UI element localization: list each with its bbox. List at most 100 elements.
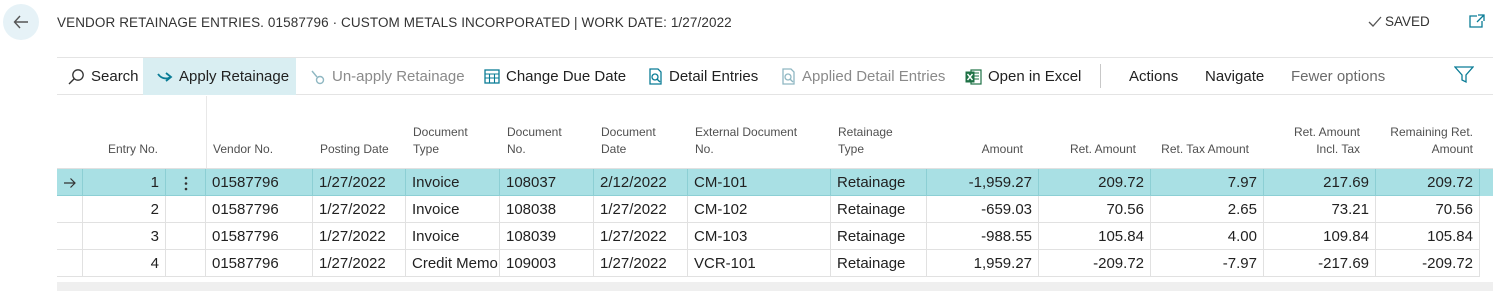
popout-button[interactable] [1468,13,1486,34]
cell-retainage-type[interactable]: Retainage [831,169,927,196]
table-row[interactable]: 1 01587796 1/27/2022 Invoice 108037 2/12… [57,169,1493,196]
cell-external-document-no[interactable]: CM-101 [688,169,831,196]
cell-retainage-type[interactable]: Retainage [831,250,927,277]
row-indicator [57,169,82,196]
header-divider [206,96,207,168]
cell-retainage-type[interactable]: Retainage [831,196,927,223]
cell-document-no[interactable]: 108037 [500,169,594,196]
cell-remaining-ret-amount[interactable]: 209.72 [1376,169,1480,196]
col-header-document-date-line2: Date [601,142,627,156]
row-menu-slot [166,250,206,277]
cell-vendor-no[interactable]: 01587796 [206,250,313,277]
cell-document-type[interactable]: Invoice [406,196,500,223]
cell-document-type[interactable]: Credit Memo [406,250,500,277]
col-header-retainage-type[interactable]: Retainage Type [838,124,893,158]
filter-button[interactable] [1453,66,1475,88]
col-header-entry-no[interactable]: Entry No. [108,141,158,158]
cell-posting-date[interactable]: 1/27/2022 [313,250,406,277]
cell-ret-amount-incl-tax[interactable]: 73.21 [1264,196,1376,223]
cell-document-date[interactable]: 2/12/2022 [594,169,688,196]
col-header-posting-date[interactable]: Posting Date [320,141,389,158]
cell-entry-no[interactable]: 3 [82,223,166,250]
cell-entry-no[interactable]: 4 [82,250,166,277]
cell-ret-tax-amount[interactable]: 2.65 [1151,196,1264,223]
row-menu-button[interactable] [166,169,206,196]
fewer-options-button[interactable]: Fewer options [1291,58,1385,95]
col-header-ret-tax-amount[interactable]: Ret. Tax Amount [1151,141,1249,158]
col-header-ret-amount-incl-tax[interactable]: Ret. Amount Incl. Tax [1264,124,1360,158]
unapply-retainage-button[interactable]: Un-apply Retainage [310,58,465,95]
cell-amount[interactable]: -988.55 [927,223,1039,250]
search-button[interactable]: Search [67,58,139,95]
cell-remaining-ret-amount[interactable]: 70.56 [1376,196,1480,223]
change-due-date-button[interactable]: Change Due Date [484,58,626,95]
cell-document-type[interactable]: Invoice [406,223,500,250]
cell-posting-date[interactable]: 1/27/2022 [313,196,406,223]
cell-posting-date[interactable]: 1/27/2022 [313,223,406,250]
col-header-document-no-line1: Document [507,125,562,139]
cell-ret-tax-amount[interactable]: 4.00 [1151,223,1264,250]
filter-icon [1453,66,1475,84]
detail-entries-icon [649,68,662,85]
col-header-remaining-ret-amount-line1: Remaining Ret. [1390,125,1473,139]
col-header-document-date[interactable]: Document Date [601,124,656,158]
cell-document-date[interactable]: 1/27/2022 [594,196,688,223]
cell-document-no[interactable]: 108039 [500,223,594,250]
cell-posting-date[interactable]: 1/27/2022 [313,169,406,196]
cell-document-type[interactable]: Invoice [406,169,500,196]
cell-ret-amount[interactable]: 105.84 [1039,223,1151,250]
back-button[interactable] [3,4,39,40]
cell-amount[interactable]: -1,959.27 [927,169,1039,196]
table-row[interactable]: 3 01587796 1/27/2022 Invoice 108039 1/27… [57,223,1493,250]
cell-ret-amount-incl-tax[interactable]: 109.84 [1264,223,1376,250]
cell-ret-amount[interactable]: 209.72 [1039,169,1151,196]
open-in-excel-button[interactable]: Open in Excel [965,58,1081,95]
cell-amount[interactable]: 1,959.27 [927,250,1039,277]
detail-entries-label: Detail Entries [669,68,759,85]
cell-document-no[interactable]: 109003 [500,250,594,277]
cell-ret-amount-incl-tax[interactable]: -217.69 [1264,250,1376,277]
cell-retainage-type[interactable]: Retainage [831,223,927,250]
row-arrow-icon [64,178,76,188]
cell-ret-amount-incl-tax[interactable]: 217.69 [1264,169,1376,196]
table-row[interactable]: 4 01587796 1/27/2022 Credit Memo 109003 … [57,250,1493,277]
actions-menu-label: Actions [1129,68,1179,85]
change-due-date-label: Change Due Date [506,68,627,85]
cell-ret-amount[interactable]: -209.72 [1039,250,1151,277]
cell-external-document-no[interactable]: CM-102 [688,196,831,223]
col-header-document-type[interactable]: Document Type [413,124,468,158]
col-header-vendor-no[interactable]: Vendor No. [213,141,273,158]
row-indicator [57,250,82,277]
cell-document-date[interactable]: 1/27/2022 [594,250,688,277]
col-header-remaining-ret-amount[interactable]: Remaining Ret. Amount [1376,124,1473,158]
cell-vendor-no[interactable]: 01587796 [206,223,313,250]
cell-external-document-no[interactable]: CM-103 [688,223,831,250]
col-header-amount[interactable]: Amount [927,141,1023,158]
cell-entry-no[interactable]: 2 [82,196,166,223]
actions-menu[interactable]: Actions [1129,58,1178,95]
cell-vendor-no[interactable]: 01587796 [206,169,313,196]
unapply-icon [311,70,325,84]
cell-ret-tax-amount[interactable]: 7.97 [1151,169,1264,196]
page-title: VENDOR RETAINAGE ENTRIES. 01587796 · CUS… [57,15,732,30]
applied-detail-entries-button[interactable]: Applied Detail Entries [781,58,945,95]
cell-ret-amount[interactable]: 70.56 [1039,196,1151,223]
grid-footer-strip [57,282,1493,291]
apply-retainage-button[interactable]: Apply Retainage [143,58,296,95]
col-header-document-no[interactable]: Document No. [507,124,562,158]
cell-vendor-no[interactable]: 01587796 [206,196,313,223]
col-header-external-document-no[interactable]: External Document No. [695,124,797,158]
table-row[interactable]: 2 01587796 1/27/2022 Invoice 108038 1/27… [57,196,1493,223]
col-header-ret-amount[interactable]: Ret. Amount [1040,141,1136,158]
navigate-menu[interactable]: Navigate [1205,58,1264,95]
cell-amount[interactable]: -659.03 [927,196,1039,223]
cell-remaining-ret-amount[interactable]: 105.84 [1376,223,1480,250]
detail-entries-button[interactable]: Detail Entries [648,58,758,95]
cell-external-document-no[interactable]: VCR-101 [688,250,831,277]
cell-remaining-ret-amount[interactable]: -209.72 [1376,250,1480,277]
cell-document-no[interactable]: 108038 [500,196,594,223]
cell-entry-no[interactable]: 1 [82,169,166,196]
col-header-ret-amount-incl-tax-line2: Incl. Tax [1316,142,1360,156]
cell-ret-tax-amount[interactable]: -7.97 [1151,250,1264,277]
cell-document-date[interactable]: 1/27/2022 [594,223,688,250]
